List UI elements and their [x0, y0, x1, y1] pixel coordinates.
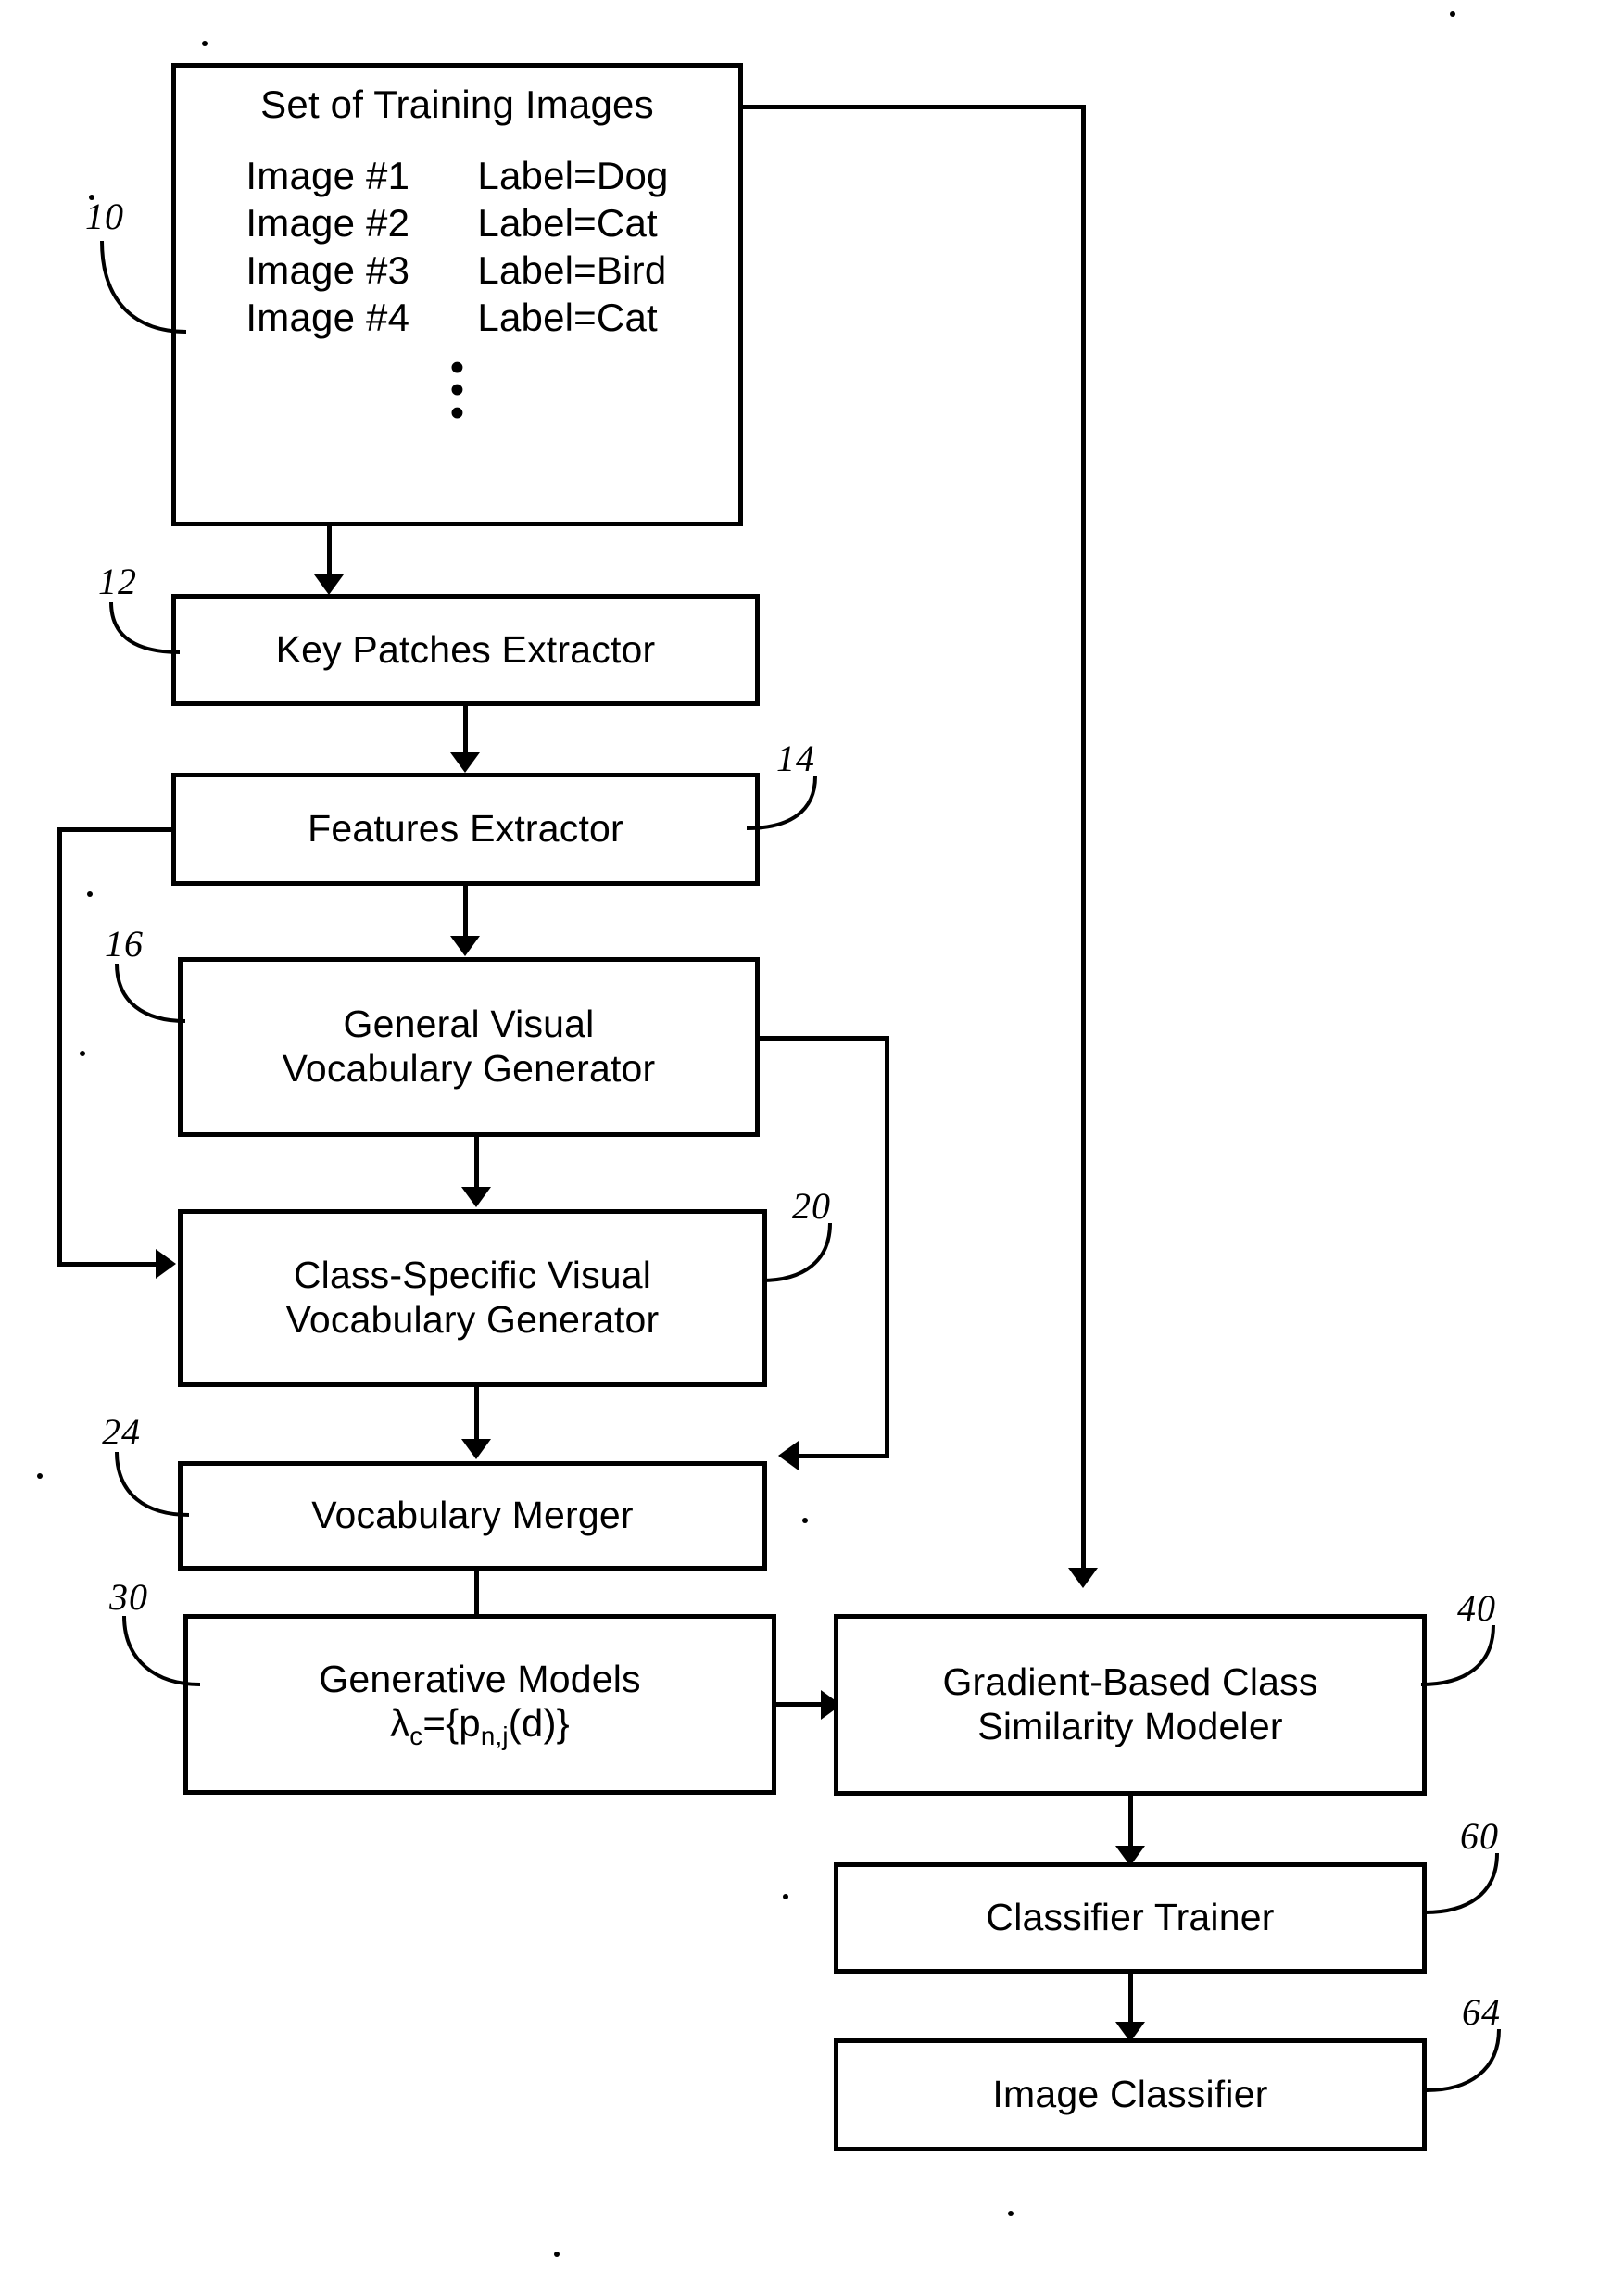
ref-numeral-16: 16 — [105, 923, 144, 965]
training-image-label: Label=Bird — [477, 248, 667, 293]
scan-speck — [202, 41, 208, 46]
p-subscript: n,j — [480, 1722, 509, 1751]
scan-speck — [37, 1473, 43, 1479]
block-features-extractor: Features Extractor — [171, 773, 760, 886]
arrowhead-right — [156, 1249, 176, 1279]
block-label-line2: Vocabulary Generator — [285, 1298, 660, 1341]
connector-12-to-14 — [463, 706, 468, 758]
scan-speck — [554, 2252, 560, 2257]
arrowhead-left — [778, 1441, 799, 1470]
training-image-label: Label=Cat — [477, 200, 658, 245]
training-image-name: Image #1 — [246, 153, 410, 197]
block-label: Features Extractor — [308, 807, 623, 851]
block-class-specific-visual-vocabulary-generator: Class-Specific Visual Vocabulary Generat… — [178, 1209, 767, 1387]
arrowhead-down — [461, 1187, 491, 1207]
leader-line-60 — [1424, 1852, 1499, 1914]
training-image-name: Image #3 — [246, 248, 410, 293]
ref-numeral-12: 12 — [98, 561, 137, 602]
leader-line-12 — [109, 601, 181, 654]
connector-10-to-12 — [327, 526, 332, 580]
leader-line-14 — [746, 776, 817, 830]
connector-14-to-20-bottom — [57, 1262, 161, 1267]
connector-16-to-24-bottom — [799, 1454, 889, 1458]
list-item: Image #4 Label=Cat — [246, 294, 657, 341]
training-images-title: Set of Training Images — [260, 82, 654, 126]
scan-speck — [87, 891, 93, 897]
training-images-list: Image #1 Label=Dog Image #2 Label=Cat Im… — [246, 152, 668, 342]
block-label-line1: Class-Specific Visual — [293, 1254, 652, 1297]
block-label-line1: General Visual — [343, 1003, 595, 1046]
figure-canvas: Set of Training Images Image #1 Label=Do… — [0, 0, 1599, 2296]
training-image-label: Label=Dog — [477, 153, 669, 197]
training-image-label: Label=Cat — [477, 296, 658, 340]
block-label-line2: Similarity Modeler — [977, 1705, 1283, 1747]
block-set-of-training-images: Set of Training Images Image #1 Label=Do… — [171, 63, 743, 526]
connector-60-to-64 — [1128, 1974, 1133, 2027]
generative-models-formula: λc={pn,j(d)} — [390, 1701, 570, 1751]
block-vocabulary-merger: Vocabulary Merger — [178, 1461, 767, 1571]
formula-tail: (d)} — [508, 1701, 570, 1746]
vertical-ellipsis-icon: • • • — [449, 344, 465, 435]
ref-numeral-30: 30 — [109, 1576, 148, 1618]
block-label-line1: Generative Models — [319, 1657, 641, 1700]
block-gradient-based-class-similarity-modeler: Gradient-Based Class Similarity Modeler — [834, 1614, 1427, 1796]
block-label-line2: Vocabulary Generator — [282, 1047, 656, 1090]
block-classifier-trainer: Classifier Trainer — [834, 1862, 1427, 1974]
block-generative-models: Generative Models λc={pn,j(d)} — [183, 1614, 776, 1795]
block-general-visual-vocabulary-generator: General Visual Vocabulary Generator — [178, 957, 760, 1137]
lambda-symbol: λ — [390, 1701, 410, 1746]
connector-10-to-40-vertical — [1081, 105, 1086, 1576]
arrowhead-down — [450, 752, 480, 773]
block-label: Key Patches Extractor — [275, 627, 656, 671]
scan-speck — [80, 1051, 85, 1056]
connector-14-to-16 — [463, 886, 468, 941]
arrowhead-down — [1068, 1568, 1098, 1588]
training-image-name: Image #4 — [246, 296, 410, 340]
block-image-classifier: Image Classifier — [834, 2038, 1427, 2151]
arrowhead-down — [461, 1439, 491, 1459]
connector-10-to-40-horizontal — [743, 105, 1086, 109]
block-key-patches-extractor: Key Patches Extractor — [171, 594, 760, 706]
ref-numeral-24: 24 — [102, 1411, 141, 1453]
block-label: Vocabulary Merger — [311, 1494, 634, 1537]
scan-speck — [1450, 11, 1455, 17]
ref-numeral-14: 14 — [776, 738, 815, 779]
arrowhead-down — [314, 574, 344, 595]
block-label: Image Classifier — [992, 2073, 1268, 2116]
list-item: Image #2 Label=Cat — [246, 199, 657, 246]
scan-speck — [1008, 2211, 1014, 2216]
leader-line-64 — [1426, 2028, 1501, 2092]
lambda-subscript: c — [409, 1722, 423, 1751]
leader-line-16 — [115, 963, 186, 1023]
leader-line-30 — [122, 1615, 201, 1686]
connector-16-to-20 — [474, 1137, 479, 1192]
list-item: Image #1 Label=Dog — [246, 152, 668, 199]
list-item: Image #3 Label=Bird — [246, 246, 666, 294]
connector-20-to-24 — [474, 1387, 479, 1444]
connector-16-to-24-vertical — [885, 1036, 889, 1458]
connector-40-to-60 — [1128, 1796, 1133, 1851]
leader-line-10 — [100, 240, 187, 334]
connector-14-to-20-vertical — [57, 827, 62, 1267]
connector-14-to-20-top — [57, 827, 174, 832]
ref-numeral-10: 10 — [85, 196, 124, 237]
block-label-line1: Gradient-Based Class — [942, 1660, 1318, 1704]
connector-16-to-24-top — [760, 1036, 889, 1041]
leader-line-40 — [1420, 1624, 1495, 1686]
arrowhead-down — [450, 936, 480, 956]
leader-line-20 — [761, 1222, 832, 1282]
leader-line-24 — [115, 1451, 190, 1517]
block-label: Classifier Trainer — [986, 1896, 1275, 1939]
formula-equals: ={p — [422, 1701, 481, 1746]
training-image-name: Image #2 — [246, 200, 410, 245]
scan-speck — [802, 1518, 808, 1523]
scan-speck — [783, 1894, 788, 1899]
